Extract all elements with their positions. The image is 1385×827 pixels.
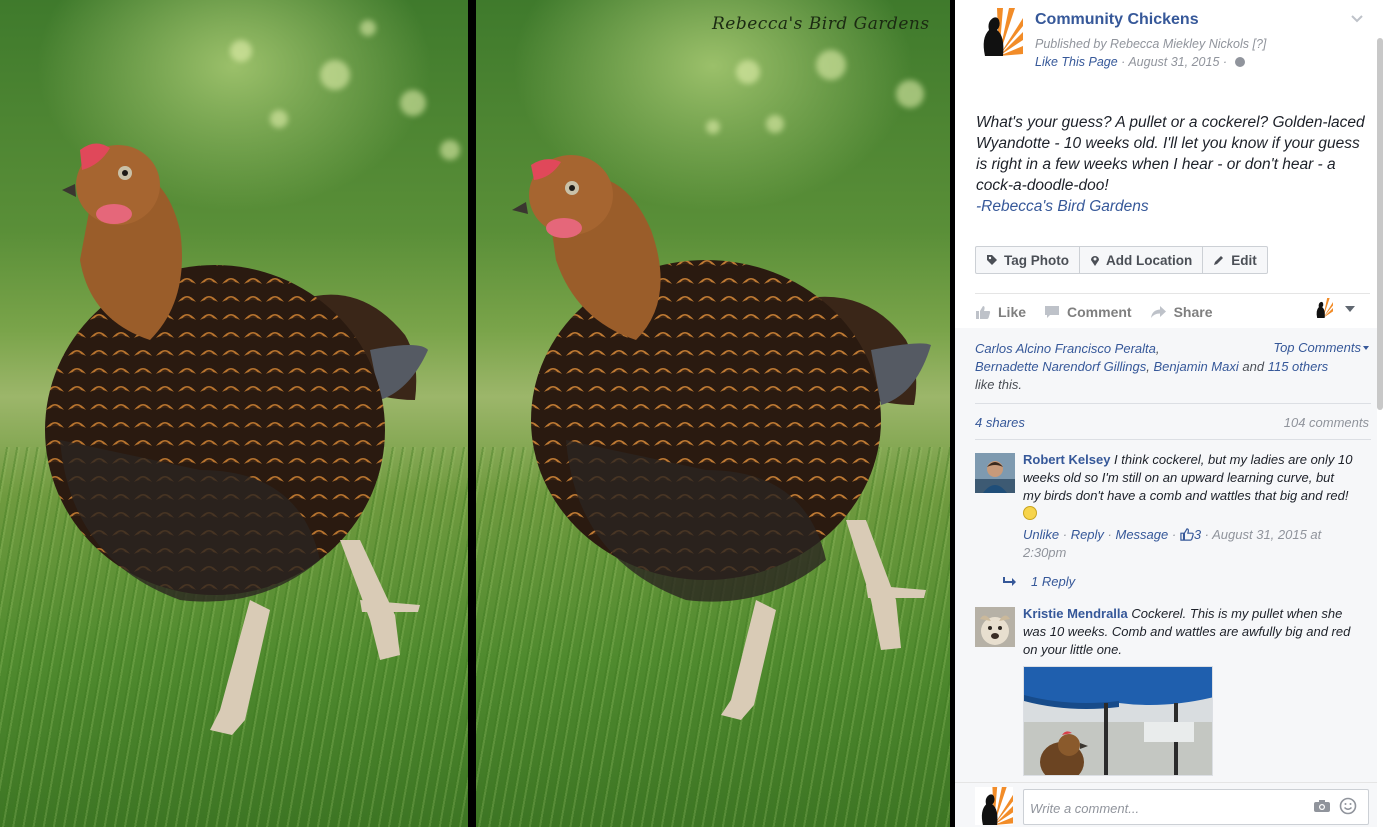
thumbs-up-icon xyxy=(976,305,991,319)
tag-photo-label: Tag Photo xyxy=(1004,252,1069,268)
comment-button[interactable]: Comment xyxy=(1044,304,1132,320)
chicken-photo-left xyxy=(45,143,428,735)
likers-suffix: like this. xyxy=(975,377,1022,392)
comment-body: Kristie Mendralla Cockerel. This is my p… xyxy=(1023,605,1353,659)
post-side-panel: Community Chickens Published by Rebecca … xyxy=(955,0,1385,827)
replies-count: 1 Reply xyxy=(1031,574,1076,589)
acting-as-caret-icon[interactable] xyxy=(1345,306,1355,312)
comment-input-placeholder: Write a comment... xyxy=(1030,801,1140,816)
likers-and: and xyxy=(1242,359,1265,374)
commenter-avatar[interactable] xyxy=(975,607,1015,647)
photo-viewer: Rebecca's Bird Gardens Community Chicken… xyxy=(0,0,1385,827)
published-by-text: Published by Rebecca Miekley Nickols xyxy=(1035,37,1249,51)
comments-count-link[interactable]: 104 comments xyxy=(1284,415,1369,430)
post-caption: What's your guess? A pullet or a cockere… xyxy=(976,112,1366,217)
page-avatar[interactable] xyxy=(975,8,1023,56)
add-location-label: Add Location xyxy=(1106,252,1193,268)
post-actions: Like Comment Share xyxy=(975,299,1231,325)
photo-watermark: Rebecca's Bird Gardens xyxy=(712,14,930,34)
help-icon[interactable]: [?] xyxy=(1252,37,1266,51)
published-by: Published by Rebecca Miekley Nickols [?] xyxy=(1035,37,1266,51)
comment-icon xyxy=(1045,305,1060,318)
comment-body: Robert Kelsey I think cockerel, but my l… xyxy=(1023,451,1353,562)
post-date[interactable]: August 31, 2015 xyxy=(1128,55,1219,69)
top-comments-label: Top Comments xyxy=(1273,340,1361,355)
page-name-link[interactable]: Community Chickens xyxy=(1035,11,1199,29)
tag-photo-button[interactable]: Tag Photo xyxy=(976,247,1080,273)
unlike-link[interactable]: Unlike xyxy=(1023,527,1059,542)
share-button[interactable]: Share xyxy=(1150,304,1213,320)
edit-button[interactable]: Edit xyxy=(1203,247,1267,273)
reply-arrow-icon xyxy=(1003,576,1016,586)
meta-separator: · xyxy=(1222,55,1231,69)
top-comments-dropdown[interactable]: Top Comments xyxy=(1273,340,1369,355)
comment-meta: Unlike · Reply · Message · 3 · August 31… xyxy=(1023,527,1322,560)
photo-stage[interactable]: Rebecca's Bird Gardens xyxy=(0,0,955,827)
post-meta: Like This Page · August 31, 2015 · xyxy=(1035,55,1245,69)
photo-left-panel xyxy=(0,0,468,827)
divider xyxy=(975,439,1371,440)
edit-label: Edit xyxy=(1231,252,1257,268)
side-panel-scrollbar[interactable] xyxy=(1377,38,1383,410)
caption-signature-link[interactable]: -Rebecca's Bird Gardens xyxy=(976,198,1149,215)
emoji-icon[interactable] xyxy=(1339,797,1357,815)
add-location-button[interactable]: Add Location xyxy=(1080,247,1204,273)
chicken-photo-right xyxy=(512,155,931,720)
share-label: Share xyxy=(1173,304,1213,320)
chevron-down-icon[interactable] xyxy=(1349,12,1365,26)
comment-composer: Write a comment... xyxy=(955,782,1377,827)
likers-others-link[interactable]: 115 others xyxy=(1268,359,1328,374)
camera-icon[interactable] xyxy=(1313,799,1331,813)
comment-author-link[interactable]: Kristie Mendralla xyxy=(1023,606,1128,621)
current-user-avatar xyxy=(975,787,1013,825)
liker-link[interactable]: Carlos Alcino Francisco Peralta xyxy=(975,341,1156,356)
liker-link[interactable]: Benjamin Maxi xyxy=(1154,359,1239,374)
liker-link[interactable]: Bernadette Narendorf Gillings xyxy=(975,359,1146,374)
photo-action-buttons: Tag Photo Add Location Edit xyxy=(975,246,1268,274)
location-pin-icon xyxy=(1091,255,1099,266)
comments-section: Carlos Alcino Francisco Peralta, Bernade… xyxy=(955,328,1377,827)
comment-timestamp[interactable]: August 31, 2015 at 2:30pm xyxy=(1023,527,1321,560)
divider xyxy=(975,403,1371,404)
tag-icon xyxy=(987,255,997,265)
caret-down-icon xyxy=(1363,346,1369,350)
commenter-avatar[interactable] xyxy=(975,453,1015,493)
like-button[interactable]: Like xyxy=(975,304,1026,320)
thumbs-up-icon xyxy=(1180,528,1194,541)
view-replies-link[interactable]: 1 Reply xyxy=(1003,574,1075,589)
comment-label: Comment xyxy=(1067,304,1132,320)
share-icon xyxy=(1150,305,1166,318)
photo-right-panel xyxy=(476,0,950,827)
like-label: Like xyxy=(998,304,1027,320)
reply-link[interactable]: Reply xyxy=(1071,527,1104,542)
acting-as-avatar[interactable] xyxy=(1313,298,1333,318)
divider xyxy=(975,293,1370,294)
like-page-link[interactable]: Like This Page xyxy=(1035,55,1118,69)
comment-attachment-photo[interactable] xyxy=(1023,666,1213,776)
caption-text: What's your guess? A pullet or a cockere… xyxy=(976,114,1365,194)
smiley-emoji-icon xyxy=(1023,506,1037,520)
globe-icon[interactable] xyxy=(1234,57,1245,67)
pencil-icon xyxy=(1214,256,1224,265)
comment-author-link[interactable]: Robert Kelsey xyxy=(1023,452,1110,467)
shares-link[interactable]: 4 shares xyxy=(975,415,1025,430)
comment-item: Kristie Mendralla Cockerel. This is my p… xyxy=(975,605,1371,805)
comment-like-count[interactable]: 3 xyxy=(1194,527,1201,542)
message-link[interactable]: Message xyxy=(1116,527,1169,542)
